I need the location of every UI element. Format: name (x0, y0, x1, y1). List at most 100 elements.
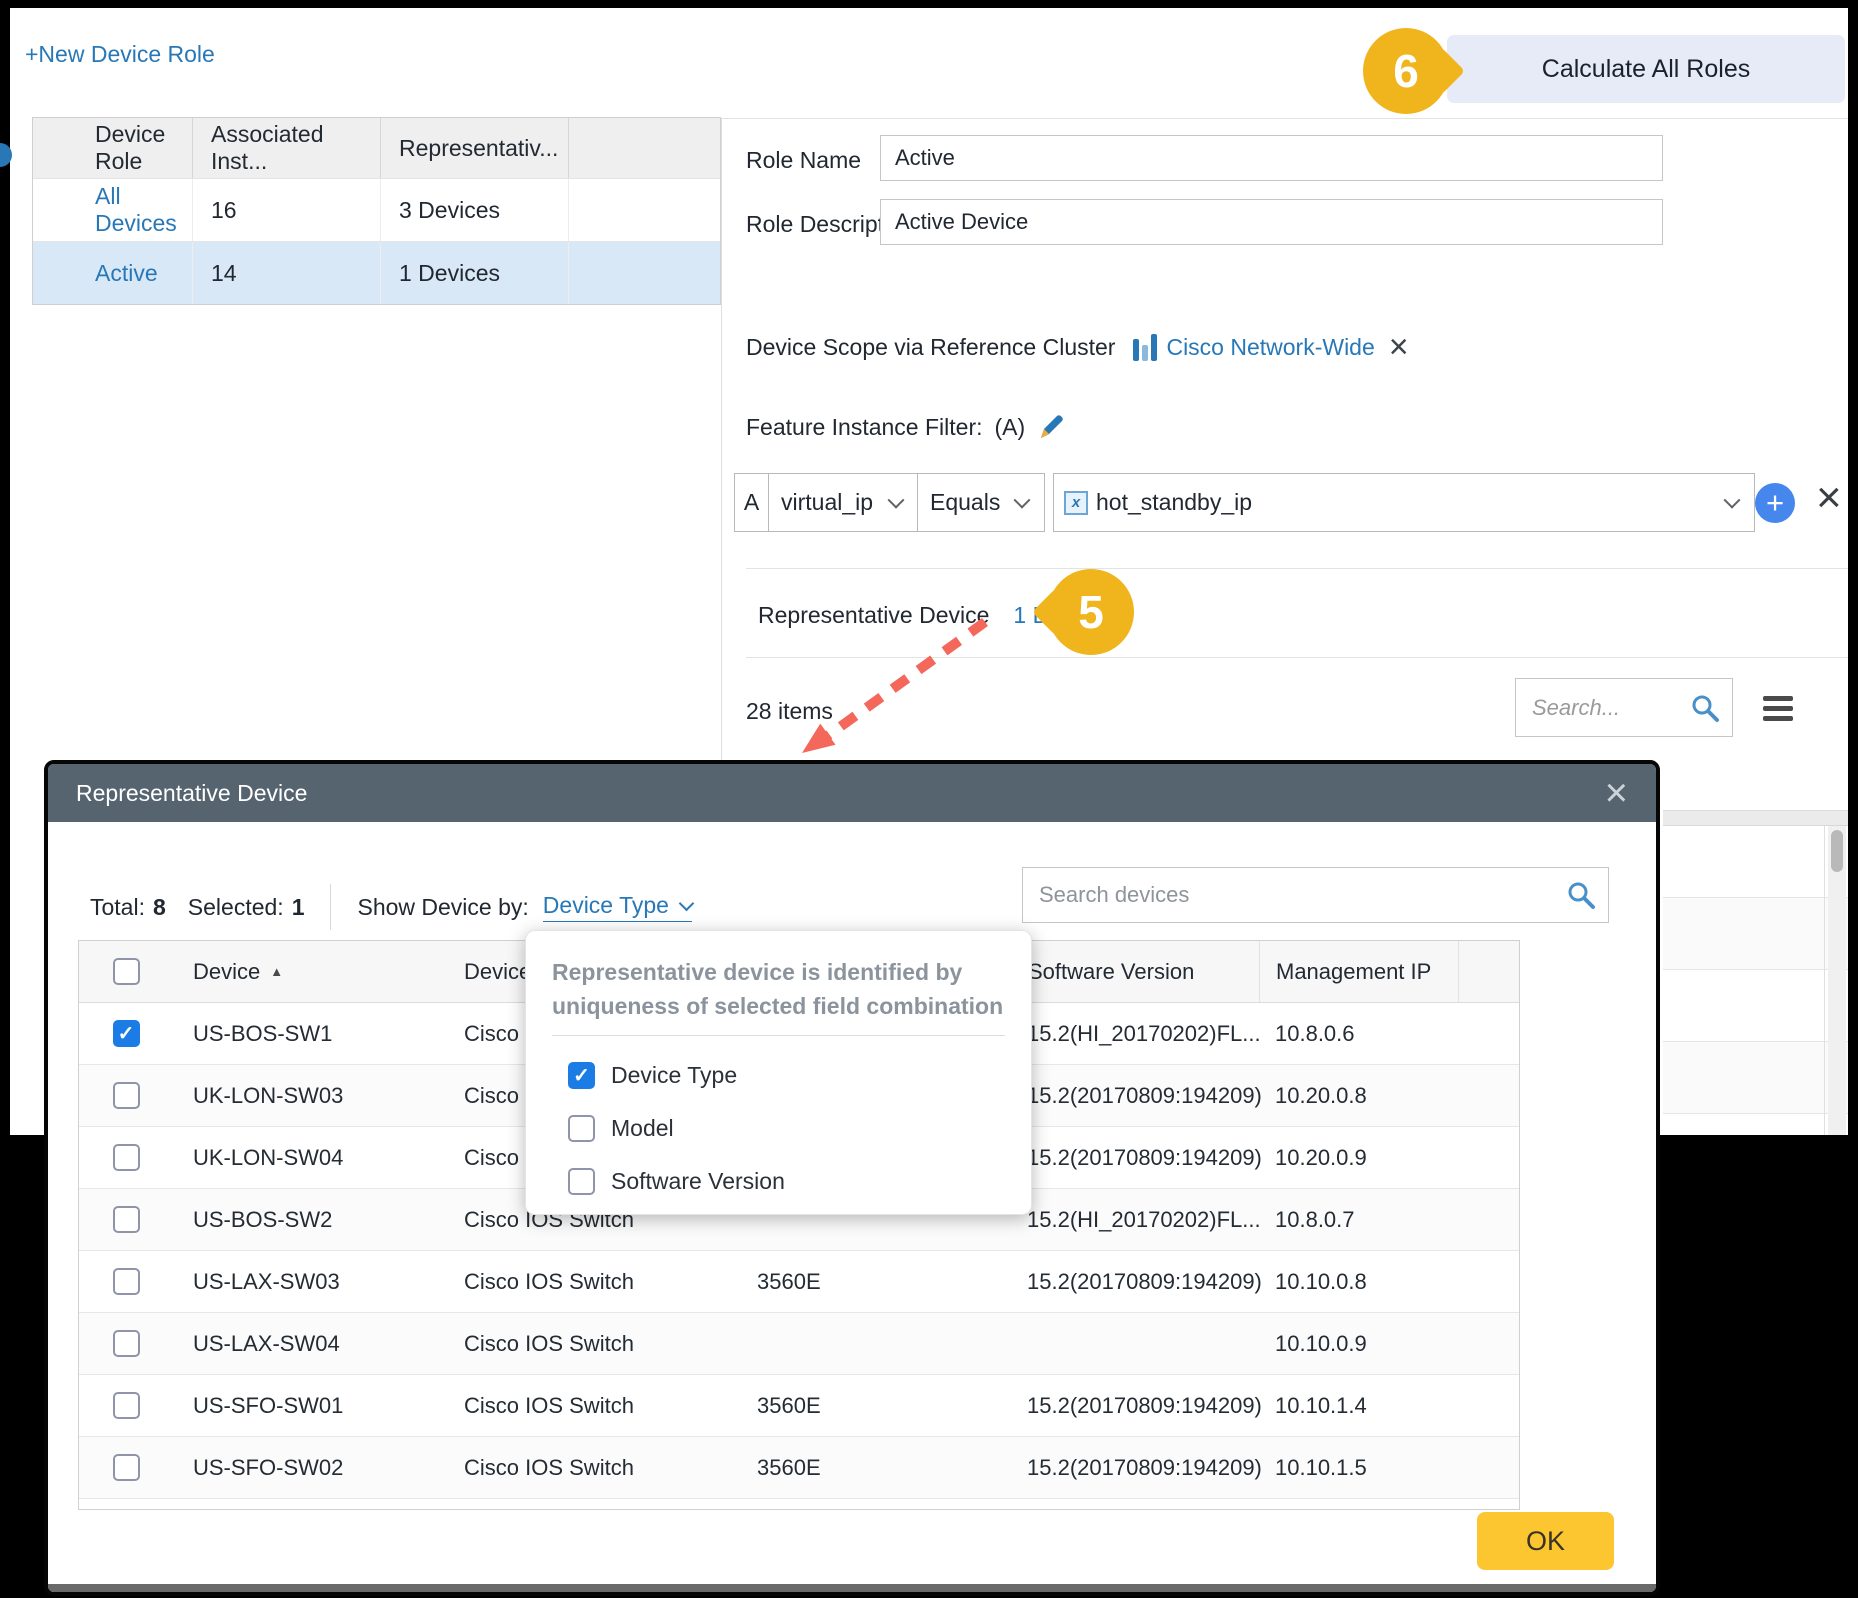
scrollbar-separator (1824, 826, 1825, 1135)
row-checkbox[interactable] (113, 1330, 140, 1357)
background-row (1663, 1042, 1848, 1114)
edit-pencil-icon[interactable] (1037, 413, 1065, 441)
representative-device-label: Representative Device (758, 602, 989, 629)
scrollbar-thumb[interactable] (1831, 830, 1843, 872)
chevron-down-icon (888, 491, 905, 508)
associated-count: 16 (193, 179, 381, 241)
new-device-role-link[interactable]: +New Device Role (25, 41, 215, 68)
device-row[interactable]: US-SFO-SW01 Cisco IOS Switch 3560E 15.2(… (79, 1375, 1519, 1437)
filter-field-value: virtual_ip (781, 489, 873, 516)
modal-title: Representative Device (48, 780, 307, 807)
show-device-by-label: Show Device by: (357, 894, 528, 921)
select-all-checkbox[interactable] (113, 958, 140, 985)
col-software-version[interactable]: Software Version (1013, 941, 1259, 1002)
row-checkbox[interactable] (113, 1082, 140, 1109)
filter-operator-select[interactable]: Equals (917, 473, 1045, 532)
table-menu-icon[interactable] (1763, 696, 1793, 726)
modal-bottom-strip (48, 1584, 1656, 1592)
background-table-header (1663, 810, 1848, 826)
col-device[interactable]: Device▲ (173, 959, 449, 985)
remove-cluster-icon[interactable]: × (1389, 330, 1409, 364)
modal-summary-row: Total: 8 Selected: 1 Show Device by: Dev… (90, 882, 692, 932)
filter-field-select[interactable]: virtual_ip (768, 473, 919, 532)
search-icon[interactable] (1566, 880, 1596, 910)
show-device-by-value: Device Type (543, 892, 669, 919)
section-divider (746, 568, 1848, 569)
cluster-icon (1133, 334, 1158, 361)
selected-value: 1 (292, 894, 305, 921)
filter-value-select[interactable]: x hot_standby_ip (1053, 473, 1755, 532)
device-row[interactable]: US-LAX-SW03 Cisco IOS Switch 3560E 15.2(… (79, 1251, 1519, 1313)
search-devices-input[interactable] (1023, 882, 1566, 908)
items-count: 28 items (746, 698, 833, 725)
popup-hint-line2: uniqueness of selected field combination (552, 989, 1005, 1023)
summary-divider (330, 884, 331, 930)
popup-divider (552, 1035, 1005, 1036)
close-icon[interactable]: × (1605, 773, 1656, 813)
selected-label: Selected: (188, 894, 284, 921)
row-checkbox[interactable] (113, 1206, 140, 1233)
representative-count: 3 Devices (381, 179, 569, 241)
filter-prefix-box: A (734, 473, 769, 532)
modal-body: Total: 8 Selected: 1 Show Device by: Dev… (48, 822, 1656, 1584)
role-link-all-devices[interactable]: All Devices (95, 183, 192, 237)
ok-button[interactable]: OK (1477, 1512, 1614, 1570)
table-row[interactable]: Active 14 1 Devices (33, 241, 720, 304)
col-device-role: Device Role (33, 118, 193, 178)
col-management-ip[interactable]: Management IP (1259, 941, 1459, 1002)
row-checkbox[interactable] (113, 1020, 140, 1047)
device-row-clipped (79, 1499, 1519, 1510)
vertical-scrollbar[interactable] (1828, 826, 1846, 1135)
screen: +New Device Role Calculate All Roles Dev… (0, 0, 1858, 1598)
col-representative: Representativ... (381, 118, 569, 178)
filter-prefix: A (744, 489, 759, 516)
option-label: Device Type (611, 1062, 737, 1089)
filter-value: hot_standby_ip (1096, 489, 1252, 516)
popup-option[interactable]: Model (552, 1115, 1005, 1142)
total-value: 8 (153, 894, 166, 921)
background-row (1663, 826, 1848, 898)
search-icon[interactable] (1690, 693, 1720, 723)
sort-asc-icon: ▲ (270, 964, 283, 979)
software-version-checkbox[interactable] (568, 1168, 595, 1195)
search-input[interactable] (1516, 695, 1690, 721)
popup-option[interactable]: Device Type (552, 1062, 1005, 1089)
calculate-all-roles-label: Calculate All Roles (1542, 55, 1750, 84)
add-filter-button[interactable]: + (1755, 483, 1795, 523)
model-checkbox[interactable] (568, 1115, 595, 1142)
step-6-number: 6 (1393, 44, 1419, 98)
device-row[interactable]: US-SFO-SW02 Cisco IOS Switch 3560E 15.2(… (79, 1437, 1519, 1499)
popup-option[interactable]: Software Version (552, 1168, 1005, 1195)
section-divider (746, 657, 1848, 658)
header-divider (721, 118, 1848, 119)
reference-cluster-link[interactable]: Cisco Network-Wide (1166, 334, 1374, 361)
device-role-table: Device Role Associated Inst... Represent… (32, 117, 721, 305)
row-checkbox[interactable] (113, 1454, 140, 1481)
role-link-active[interactable]: Active (95, 260, 158, 287)
field-combination-popup: Representative device is identified by u… (525, 930, 1032, 1215)
row-checkbox[interactable] (113, 1392, 140, 1419)
page-search-box (1515, 678, 1733, 737)
ok-label: OK (1526, 1526, 1565, 1557)
chevron-down-icon (679, 896, 695, 912)
step-5-badge: 5 (1048, 569, 1134, 655)
device-scope-row: Device Scope via Reference Cluster Cisco… (746, 330, 1409, 364)
step-6-badge: 6 (1363, 28, 1449, 114)
role-name-label: Role Name (746, 147, 861, 174)
calculate-all-roles-button[interactable]: Calculate All Roles (1447, 35, 1845, 103)
show-device-by-select[interactable]: Device Type (543, 892, 692, 922)
feature-filter-row: Feature Instance Filter: (A) (746, 413, 1065, 441)
device-row[interactable]: US-LAX-SW04 Cisco IOS Switch 10.10.0.9 (79, 1313, 1519, 1375)
table-row[interactable]: All Devices 16 3 Devices (33, 178, 720, 241)
remove-filter-icon[interactable]: × (1816, 476, 1842, 520)
device-type-checkbox[interactable] (568, 1062, 595, 1089)
popup-hint-line1: Representative device is identified by (552, 955, 1005, 989)
total-label: Total: (90, 894, 145, 921)
filter-group-label: (A) (995, 414, 1026, 441)
feature-filter-label: Feature Instance Filter: (746, 414, 983, 441)
role-name-field[interactable] (880, 135, 1663, 181)
row-checkbox[interactable] (113, 1268, 140, 1295)
role-description-field[interactable] (880, 199, 1663, 245)
option-label: Software Version (611, 1168, 785, 1195)
row-checkbox[interactable] (113, 1144, 140, 1171)
